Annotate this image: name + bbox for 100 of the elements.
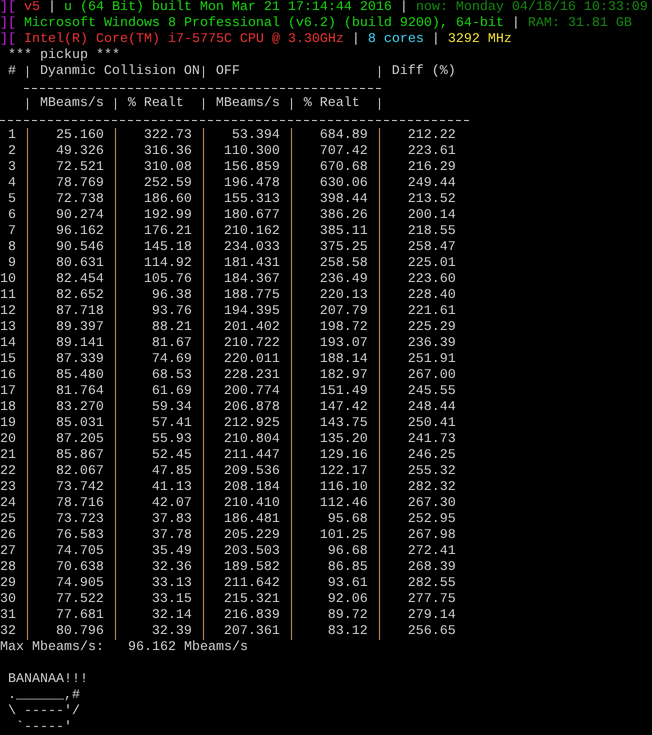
table-cell: 385.11 xyxy=(320,224,368,239)
table-cell: 255.32 xyxy=(408,464,456,479)
table-cell: 208.184 xyxy=(224,480,280,495)
table-cell: 282.32 xyxy=(408,480,456,495)
table-cell: 59.34 xyxy=(152,400,192,415)
row-number: 15 xyxy=(0,352,16,367)
table-cell: 207.79 xyxy=(320,304,368,319)
row-number: 30 xyxy=(0,592,16,607)
table-cell: 92.06 xyxy=(328,592,368,607)
table-cell: 81.67 xyxy=(152,336,192,351)
info-text: ][ xyxy=(0,16,16,31)
table-cell: 80.796 xyxy=(56,624,104,639)
table-cell: 282.55 xyxy=(408,576,456,591)
table-cell: 181.431 xyxy=(224,256,280,271)
row-number: 12 xyxy=(0,304,16,319)
info-text: now: Monday 04/18/16 10:33:09 xyxy=(416,0,648,15)
table-cell: 630.06 xyxy=(320,176,368,191)
table-cell: 398.44 xyxy=(320,192,368,207)
table-cell: 74.905 xyxy=(56,576,104,591)
table-cell: 33.13 xyxy=(152,576,192,591)
table-cell: 188.775 xyxy=(224,288,280,303)
table-cell: 82.652 xyxy=(56,288,104,303)
table-cell: 95.68 xyxy=(328,512,368,527)
table-cell: 151.49 xyxy=(320,384,368,399)
table-cell: 33.15 xyxy=(152,592,192,607)
info-text: | xyxy=(352,32,360,47)
table-cell: 147.42 xyxy=(320,400,368,415)
column-header: OFF xyxy=(216,64,240,79)
table-cell: 83.12 xyxy=(328,624,368,639)
table-cell: 77.522 xyxy=(56,592,104,607)
table-cell: 25.160 xyxy=(56,128,104,143)
table-cell: 85.031 xyxy=(56,416,104,431)
table-cell: 212.925 xyxy=(224,416,280,431)
table-cell: 206.878 xyxy=(224,400,280,415)
row-number: 28 xyxy=(0,560,16,575)
table-cell: 268.39 xyxy=(408,560,456,575)
table-cell: 72.521 xyxy=(56,160,104,175)
table-cell: 86.85 xyxy=(328,560,368,575)
table-cell: 42.07 xyxy=(152,496,192,511)
table-cell: 37.83 xyxy=(152,512,192,527)
table-cell: 57.41 xyxy=(152,416,192,431)
table-cell: 85.480 xyxy=(56,368,104,383)
table-cell: 322.73 xyxy=(144,128,192,143)
table-cell: 216.29 xyxy=(408,160,456,175)
table-cell: 245.55 xyxy=(408,384,456,399)
table-cell: 213.52 xyxy=(408,192,456,207)
max-label: Max Mbeams/s: xyxy=(0,640,104,655)
row-number: 13 xyxy=(0,320,16,335)
info-text: u (64 Bit) built Mon Mar 21 17:14:44 2016 xyxy=(64,0,392,15)
column-header: # xyxy=(6,64,16,80)
table-cell: 200.774 xyxy=(224,384,280,399)
banner-text: BANANAA!!! xyxy=(8,672,88,687)
table-cell: 76.583 xyxy=(56,528,104,543)
table-cell: 189.582 xyxy=(224,560,280,575)
table-cell: 89.397 xyxy=(56,320,104,335)
row-number: 5 xyxy=(8,192,16,207)
table-cell: 68.53 xyxy=(152,368,192,383)
info-text: 8 cores xyxy=(368,32,424,47)
table-cell: 210.804 xyxy=(224,432,280,447)
table-cell: 135.20 xyxy=(320,432,368,447)
table-cell: 216.839 xyxy=(224,608,280,623)
table-cell: 37.78 xyxy=(152,528,192,543)
table-cell: 246.25 xyxy=(408,448,456,463)
column-header: % Realt xyxy=(128,96,184,111)
table-cell: 258.47 xyxy=(408,240,456,255)
table-cell: 310.08 xyxy=(144,160,192,175)
table-cell: 87.718 xyxy=(56,304,104,319)
table-cell: 96.162 xyxy=(56,224,104,239)
info-text: | xyxy=(512,16,520,31)
table-cell: 74.69 xyxy=(152,352,192,367)
table-title: *** pickup *** xyxy=(8,48,120,63)
table-cell: 96.68 xyxy=(328,544,368,559)
table-cell: 210.162 xyxy=(224,224,280,239)
table-cell: 32.39 xyxy=(152,624,192,639)
table-cell: 129.16 xyxy=(320,448,368,463)
table-cell: 223.60 xyxy=(408,272,456,287)
row-number: 17 xyxy=(0,384,16,399)
table-cell: 145.18 xyxy=(144,240,192,255)
row-number: 1 xyxy=(8,128,16,143)
table-cell: 236.39 xyxy=(408,336,456,351)
table-cell: 670.68 xyxy=(320,160,368,175)
info-text: | xyxy=(48,0,56,15)
table-cell: 53.394 xyxy=(232,128,280,143)
row-number: 26 xyxy=(0,528,16,543)
table-cell: 88.21 xyxy=(152,320,192,335)
info-text: v5 xyxy=(24,0,40,15)
table-cell: 155.313 xyxy=(224,192,280,207)
table-cell: 267.00 xyxy=(408,368,456,383)
table-cell: 83.270 xyxy=(56,400,104,415)
table-cell: 205.229 xyxy=(224,528,280,543)
row-number: 25 xyxy=(0,512,16,527)
table-cell: 201.402 xyxy=(224,320,280,335)
table-cell: 182.97 xyxy=(320,368,368,383)
table-cell: 78.716 xyxy=(56,496,104,511)
column-header: MBeams/s xyxy=(216,96,280,111)
row-number: 27 xyxy=(0,544,16,559)
table-cell: 90.546 xyxy=(56,240,104,255)
table-cell: 250.41 xyxy=(408,416,456,431)
table-cell: 228.40 xyxy=(408,288,456,303)
table-cell: 186.481 xyxy=(224,512,280,527)
